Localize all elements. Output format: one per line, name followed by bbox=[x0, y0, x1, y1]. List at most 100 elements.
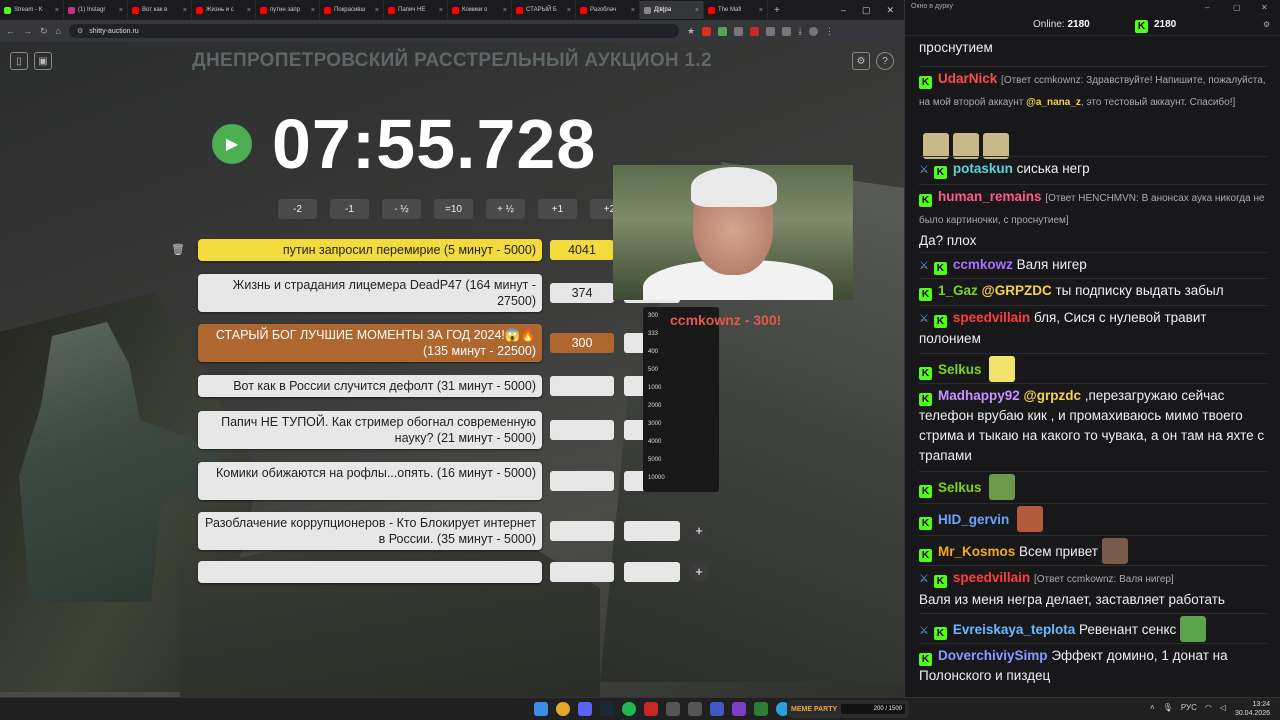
browser-tab[interactable]: Вот как в × bbox=[128, 1, 192, 19]
extension-icon[interactable] bbox=[718, 26, 728, 36]
dropdown-option[interactable]: 5000 bbox=[643, 451, 719, 469]
maximize-icon[interactable]: ▢ bbox=[862, 5, 871, 16]
dropdown-option[interactable]: 4000 bbox=[643, 433, 719, 451]
app-icon[interactable] bbox=[710, 702, 724, 716]
lot-amount-field[interactable] bbox=[550, 376, 614, 396]
tab-close-icon[interactable]: × bbox=[759, 7, 763, 14]
star-icon[interactable]: ★ bbox=[687, 26, 695, 37]
lang-indicator[interactable]: РУС bbox=[1181, 703, 1197, 712]
lot-title[interactable] bbox=[198, 561, 542, 583]
chat-username[interactable]: UdarNick bbox=[938, 71, 997, 86]
chat-username[interactable]: ccmkowz bbox=[953, 257, 1013, 272]
browser-tab[interactable]: Жизнь и с × bbox=[192, 1, 256, 19]
minimize-icon[interactable]: – bbox=[1205, 3, 1209, 12]
lot-amount-field[interactable] bbox=[550, 471, 614, 491]
sidebar-toggle-icon[interactable]: ▯ bbox=[10, 52, 28, 70]
chat-username[interactable]: potaskun bbox=[953, 161, 1013, 176]
spotify-icon[interactable] bbox=[622, 702, 636, 716]
dropdown-option[interactable]: 1000 bbox=[643, 379, 719, 397]
chevron-up-icon[interactable]: ˄ bbox=[1150, 703, 1155, 712]
time-adjust-button[interactable]: =10 bbox=[434, 199, 473, 219]
lot-title[interactable]: Папич НЕ ТУПОЙ. Как стример обогнал совр… bbox=[198, 411, 542, 449]
extension-icon[interactable] bbox=[734, 26, 744, 36]
chat-username[interactable]: Evreiskaya_teplota bbox=[953, 622, 1075, 637]
dropdown-option[interactable]: 3000 bbox=[643, 415, 719, 433]
dropdown-option[interactable]: 400 bbox=[643, 343, 719, 361]
forward-icon[interactable]: → bbox=[23, 26, 32, 36]
lot-add-amount-field[interactable] bbox=[624, 521, 680, 541]
download-icon[interactable]: ⤓ bbox=[798, 26, 802, 37]
chat-username[interactable]: speedvillain bbox=[953, 570, 1030, 585]
help-icon[interactable]: ? bbox=[876, 52, 894, 70]
chat-username[interactable]: HID_gervin bbox=[938, 512, 1009, 527]
add-bid-button[interactable]: + bbox=[689, 562, 709, 582]
dropdown-option[interactable]: 500 bbox=[643, 361, 719, 379]
add-bid-button[interactable]: + bbox=[689, 521, 709, 541]
chat-username[interactable]: DoverchiviySimp bbox=[938, 648, 1048, 663]
lot-add-amount-field[interactable] bbox=[624, 562, 680, 582]
tab-close-icon[interactable]: × bbox=[247, 7, 251, 14]
lot-title[interactable]: СТАРЫЙ БОГ ЛУЧШИЕ МОМЕНТЫ ЗА ГОД 2024!😱🔥… bbox=[198, 324, 542, 362]
lot-amount-field[interactable] bbox=[550, 521, 614, 541]
time-adjust-button[interactable]: -2 bbox=[278, 199, 317, 219]
home-icon[interactable]: ⌂ bbox=[56, 26, 61, 36]
maximize-icon[interactable]: ▢ bbox=[1233, 3, 1241, 12]
new-tab-button[interactable]: + bbox=[774, 5, 780, 16]
time-adjust-button[interactable]: -1 bbox=[330, 199, 369, 219]
chrome-icon[interactable] bbox=[556, 702, 570, 716]
chat-username[interactable]: Selkus bbox=[938, 362, 982, 377]
browser-tab[interactable]: The Mafi × bbox=[704, 1, 768, 19]
steam-icon[interactable] bbox=[600, 702, 614, 716]
mention[interactable]: @GRPZDC bbox=[982, 283, 1052, 298]
tab-close-icon[interactable]: × bbox=[311, 7, 315, 14]
browser-tab[interactable]: Разоблач × bbox=[576, 1, 640, 19]
dropdown-option[interactable]: 10000 bbox=[643, 469, 719, 487]
chat-username[interactable]: Mr_Kosmos bbox=[938, 544, 1015, 559]
lot-title[interactable]: путин запросил перемирие (5 минут - 5000… bbox=[198, 239, 542, 261]
site-info-icon[interactable]: ⚙ bbox=[77, 27, 83, 35]
browser-tab[interactable]: Покрасивш × bbox=[320, 1, 384, 19]
chat-username[interactable]: Selkus bbox=[938, 480, 982, 495]
browser-tab[interactable]: СТАРЫЙ Б × bbox=[512, 1, 576, 19]
discord-icon[interactable] bbox=[578, 702, 592, 716]
browser-tab[interactable]: Папич НЕ × bbox=[384, 1, 448, 19]
close-icon[interactable]: ✕ bbox=[886, 5, 894, 16]
lot-title[interactable]: Комики обижаются на рофлы...опять. (16 м… bbox=[198, 462, 542, 500]
minimize-icon[interactable]: – bbox=[841, 5, 846, 16]
lot-title[interactable]: Жизнь и страдания лицемера DeadP47 (164 … bbox=[198, 274, 542, 312]
time-adjust-button[interactable]: - ½ bbox=[382, 199, 421, 219]
app-icon[interactable] bbox=[754, 702, 768, 716]
volume-icon[interactable]: ◁ bbox=[1220, 703, 1226, 712]
profile-icon[interactable] bbox=[809, 26, 819, 36]
tab-close-icon[interactable]: × bbox=[567, 7, 571, 14]
chat-username[interactable]: Madhappy92 bbox=[938, 388, 1020, 403]
clock[interactable]: 13:24 30.04.2026 bbox=[1235, 700, 1270, 718]
mention[interactable]: @a_nana_z bbox=[1026, 97, 1081, 108]
url-field[interactable]: ⚙ shitty-auction.ru bbox=[68, 24, 679, 38]
time-adjust-button[interactable]: +1 bbox=[538, 199, 577, 219]
microphone-icon[interactable]: 🎙 bbox=[1163, 703, 1173, 712]
app-icon[interactable] bbox=[644, 702, 658, 716]
tab-close-icon[interactable]: × bbox=[119, 7, 123, 14]
tab-close-icon[interactable]: × bbox=[439, 7, 443, 14]
lot-amount-field[interactable]: 4041 bbox=[550, 240, 614, 260]
browser-tab[interactable]: Д|в|ра × bbox=[640, 1, 704, 19]
tab-close-icon[interactable]: × bbox=[631, 7, 635, 14]
close-icon[interactable]: ✕ bbox=[1261, 3, 1268, 12]
tab-close-icon[interactable]: × bbox=[503, 7, 507, 14]
tab-close-icon[interactable]: × bbox=[55, 7, 59, 14]
browser-tab[interactable]: Комики о × bbox=[448, 1, 512, 19]
play-button[interactable]: ▶ bbox=[212, 124, 252, 164]
lot-amount-field[interactable] bbox=[550, 562, 614, 582]
extension-icon[interactable] bbox=[702, 26, 712, 36]
reload-icon[interactable]: ↻ bbox=[40, 26, 48, 37]
time-adjust-button[interactable]: + ½ bbox=[486, 199, 525, 219]
start-icon[interactable] bbox=[534, 702, 548, 716]
save-icon[interactable]: ▣ bbox=[34, 52, 52, 70]
browser-tab[interactable]: путин запр × bbox=[256, 1, 320, 19]
lot-amount-field[interactable]: 374 bbox=[550, 283, 614, 303]
app-icon[interactable] bbox=[666, 702, 680, 716]
trash-icon[interactable]: 🗑 bbox=[171, 243, 185, 256]
browser-tab[interactable]: Stream - K × bbox=[0, 1, 64, 19]
settings-icon[interactable]: ⚙ bbox=[852, 52, 870, 70]
